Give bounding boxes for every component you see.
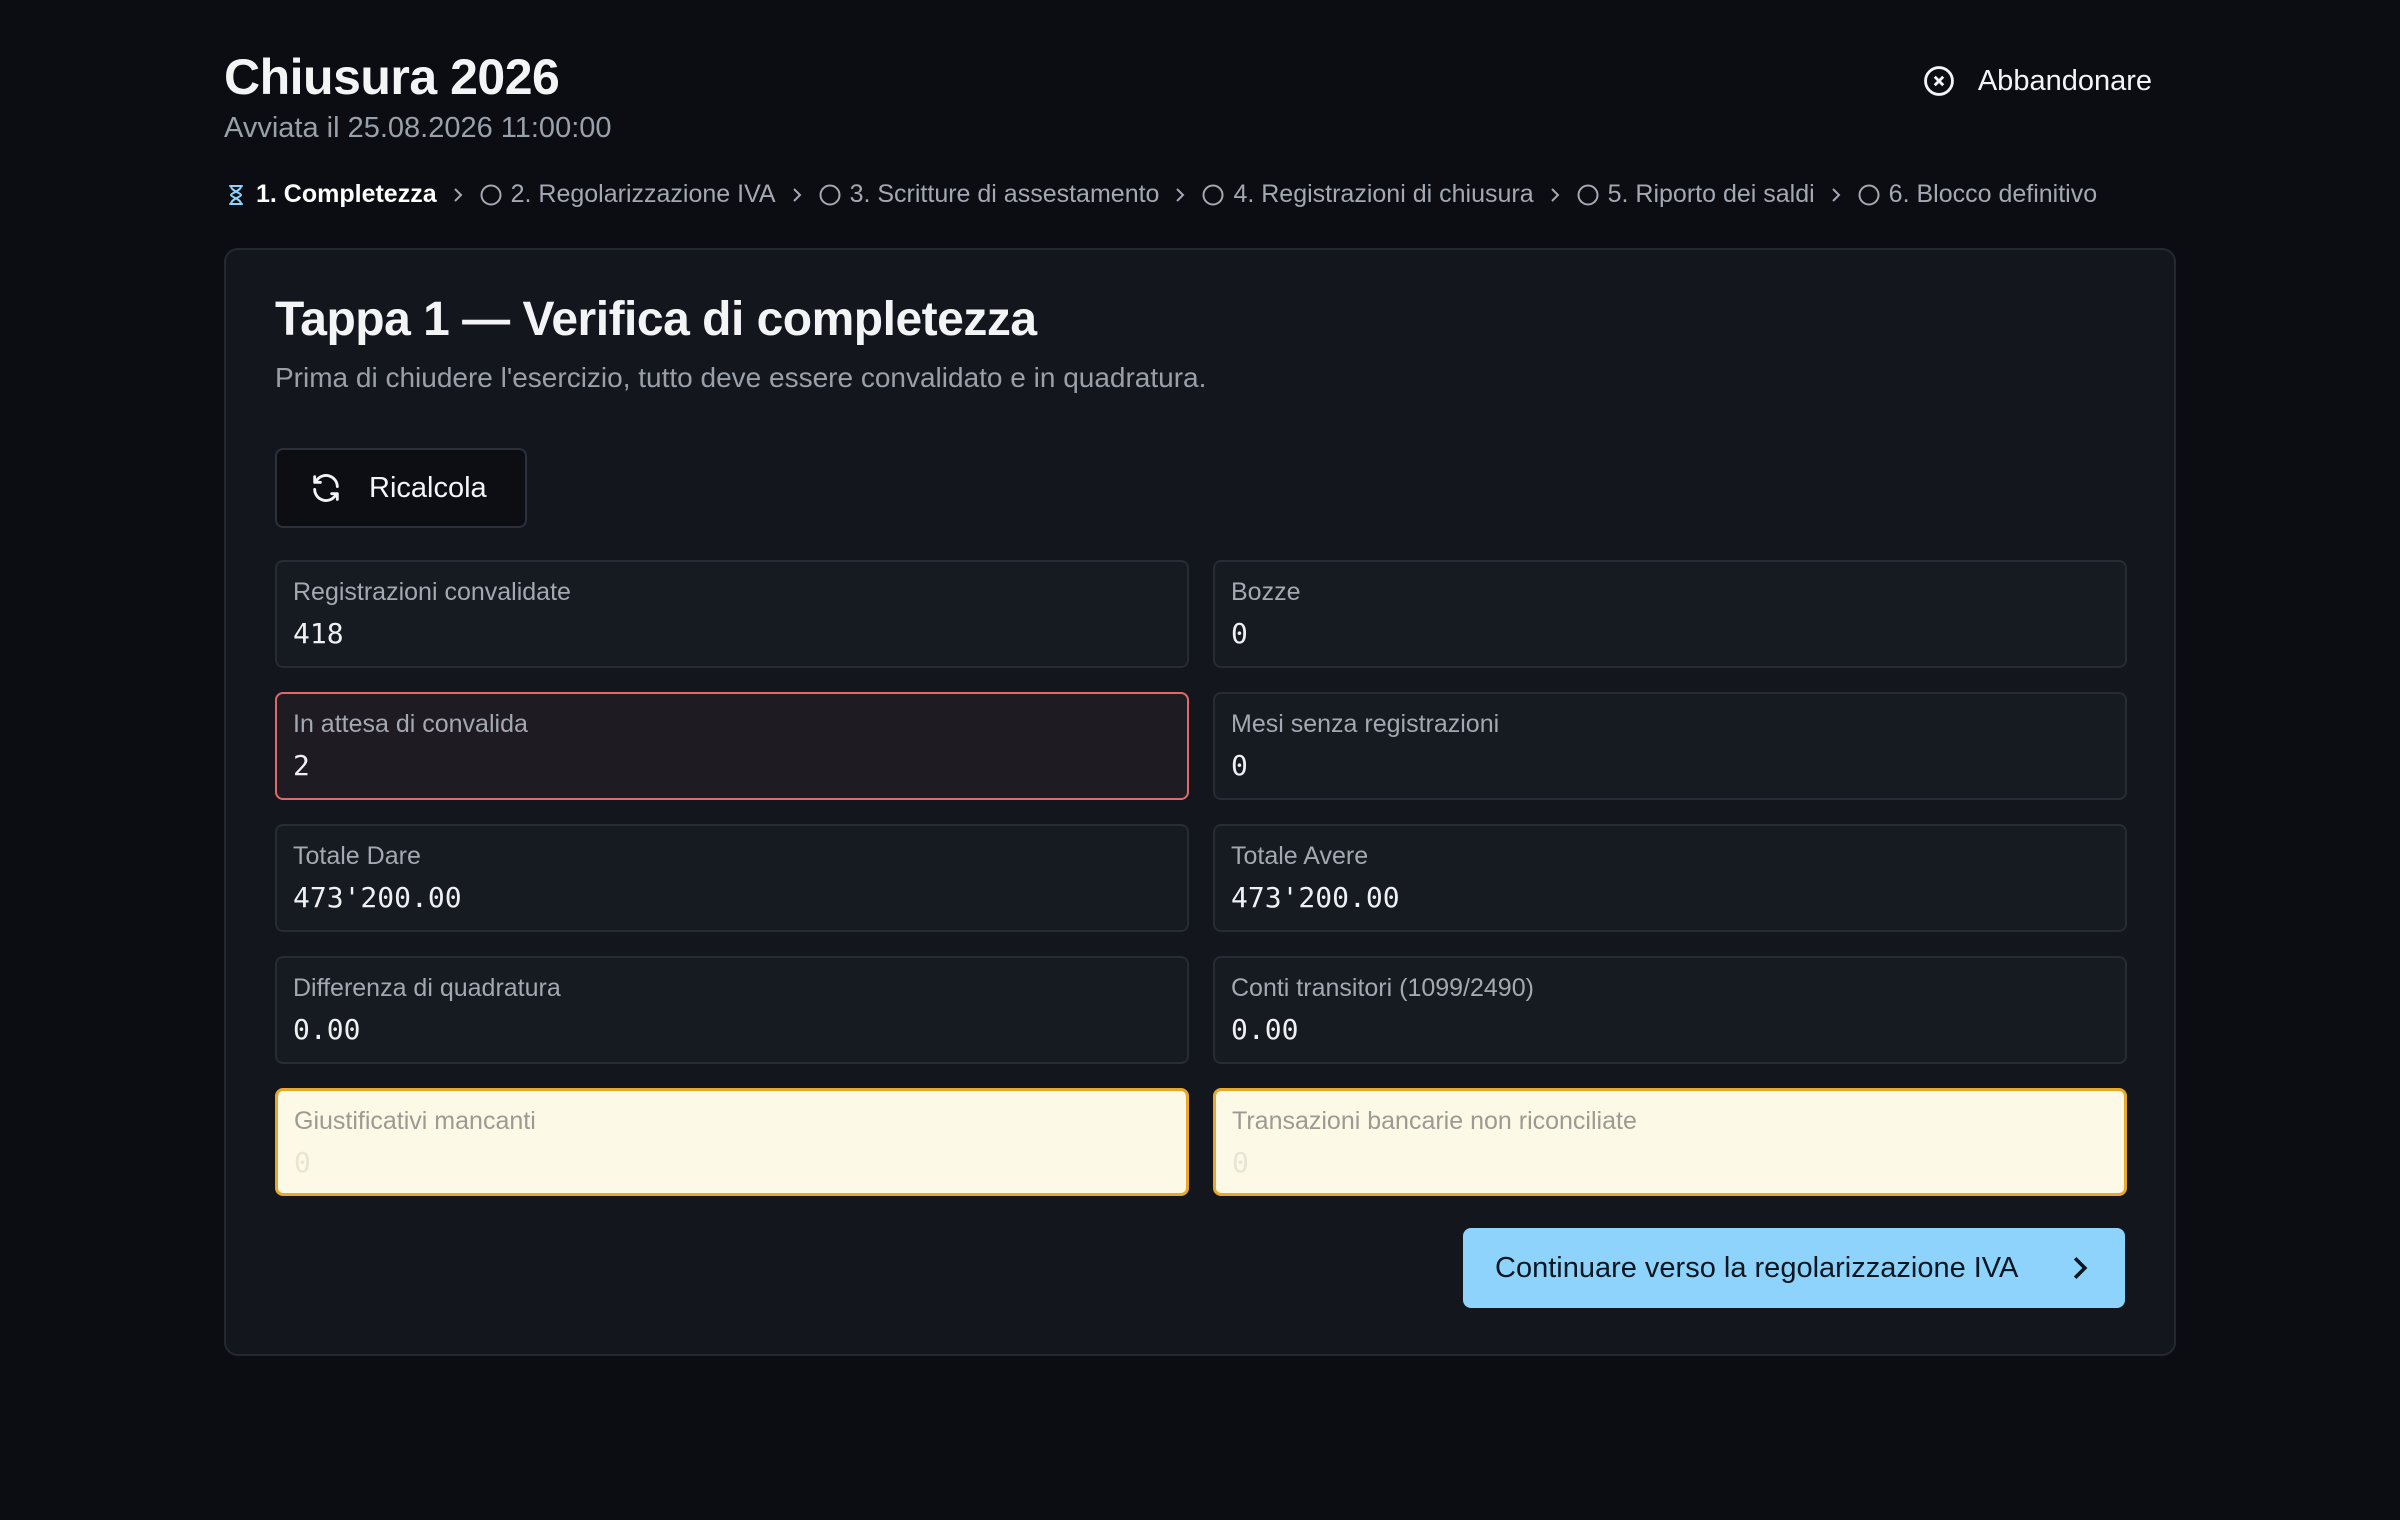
chevron-right-icon	[776, 187, 818, 203]
circle-icon	[1577, 184, 1599, 205]
metric-label: Totale Avere	[1231, 842, 1369, 870]
abandon-button[interactable]: Abbandonare	[1898, 58, 2176, 104]
circle-icon	[819, 184, 841, 205]
step-balance-carryover[interactable]: 5. Riporto dei saldi	[1576, 180, 1815, 209]
metric-value: 0.00	[293, 1013, 361, 1046]
metric-value: 0	[1232, 1146, 1249, 1179]
metric-value: 0	[1231, 617, 1248, 650]
recalculate-label: Ricalcola	[369, 471, 487, 504]
metric-months-without-entries: Mesi senza registrazioni 0	[1213, 692, 2127, 800]
abandon-label: Abbandonare	[1977, 64, 2152, 97]
closing-wizard: Chiusura 2026 Avviata il 25.08.2026 11:0…	[224, 0, 2176, 1356]
metric-label: Mesi senza registrazioni	[1231, 710, 1500, 738]
metric-label: Differenza di quadratura	[293, 974, 561, 1002]
metric-label: Transazioni bancarie non riconciliate	[1232, 1107, 1637, 1135]
metric-label: Bozze	[1231, 578, 1301, 606]
metric-value: 473'200.00	[1231, 881, 1400, 914]
chevron-right-icon	[2073, 1256, 2088, 1280]
step-label: 2. Regolarizzazione IVA	[510, 180, 776, 208]
metric-value: 2	[293, 749, 310, 782]
step-description: Prima di chiudere l'esercizio, tutto dev…	[275, 362, 1207, 393]
metric-label: Totale Dare	[293, 842, 421, 870]
step-card: Tappa 1 — Verifica di completezza Prima …	[224, 248, 2176, 1356]
metric-value: 473'200.00	[293, 881, 462, 914]
page-title: Chiusura 2026	[224, 49, 560, 105]
chevron-right-icon	[437, 187, 479, 203]
metric-value: 0	[1231, 749, 1248, 782]
recalculate-button[interactable]: Ricalcola	[275, 448, 527, 528]
step-closing-entries[interactable]: 4. Registrazioni di chiusura	[1201, 180, 1534, 209]
page-subtitle: Avviata il 25.08.2026 11:00:00	[224, 112, 612, 144]
metric-label: Giustificativi mancanti	[294, 1107, 536, 1135]
metric-validated-entries: Registrazioni convalidate 418	[275, 560, 1189, 668]
metric-label: Conti transitori (1099/2490)	[1231, 974, 1534, 1002]
step-adjustments[interactable]: 3. Scritture di assestamento	[818, 180, 1160, 209]
page-header: Chiusura 2026 Avviata il 25.08.2026 11:0…	[224, 0, 2176, 170]
continue-button[interactable]: Continuare verso la regolarizzazione IVA	[1463, 1228, 2125, 1308]
metric-unreconciled-transactions: Transazioni bancarie non riconciliate 0	[1213, 1088, 2127, 1196]
step-label: 5. Riporto dei saldi	[1607, 180, 1815, 208]
metric-value: 0	[294, 1146, 311, 1179]
metric-value: 0.00	[1231, 1013, 1299, 1046]
metric-value: 418	[293, 617, 344, 650]
metric-missing-documents: Giustificativi mancanti 0	[275, 1088, 1189, 1196]
metric-total-debit: Totale Dare 473'200.00	[275, 824, 1189, 932]
step-final-lock[interactable]: 6. Blocco definitivo	[1857, 180, 2097, 209]
metric-label: In attesa di convalida	[293, 710, 528, 738]
step-label: 1. Completezza	[256, 180, 437, 208]
circle-icon	[480, 184, 502, 205]
metric-label: Registrazioni convalidate	[293, 578, 571, 606]
step-label: 4. Registrazioni di chiusura	[1233, 180, 1534, 208]
metric-transit-accounts: Conti transitori (1099/2490) 0.00	[1213, 956, 2127, 1064]
hourglass-icon	[229, 184, 243, 205]
metric-drafts: Bozze 0	[1213, 560, 2127, 668]
metric-balance-difference: Differenza di quadratura 0.00	[275, 956, 1189, 1064]
metric-total-credit: Totale Avere 473'200.00	[1213, 824, 2127, 932]
step-completeness[interactable]: 1. Completezza	[224, 180, 437, 209]
circle-icon	[1202, 184, 1224, 205]
step-label: 3. Scritture di assestamento	[849, 180, 1160, 208]
circle-icon	[1858, 184, 1880, 205]
close-circle-icon	[1923, 66, 1954, 96]
continue-label: Continuare verso la regolarizzazione IVA	[1495, 1251, 2019, 1284]
step-title: Tappa 1 — Verifica di completezza	[275, 293, 1037, 346]
chevron-right-icon	[1815, 187, 1857, 203]
metric-pending-validation: In attesa di convalida 2	[275, 692, 1189, 800]
refresh-icon	[313, 474, 339, 502]
chevron-right-icon	[1534, 187, 1576, 203]
step-label: 6. Blocco definitivo	[1888, 180, 2098, 208]
stepper: 1. Completezza 2. Regolarizzazione IVA 3…	[224, 180, 2097, 209]
chevron-right-icon	[1159, 187, 1201, 203]
step-vat[interactable]: 2. Regolarizzazione IVA	[479, 180, 776, 209]
